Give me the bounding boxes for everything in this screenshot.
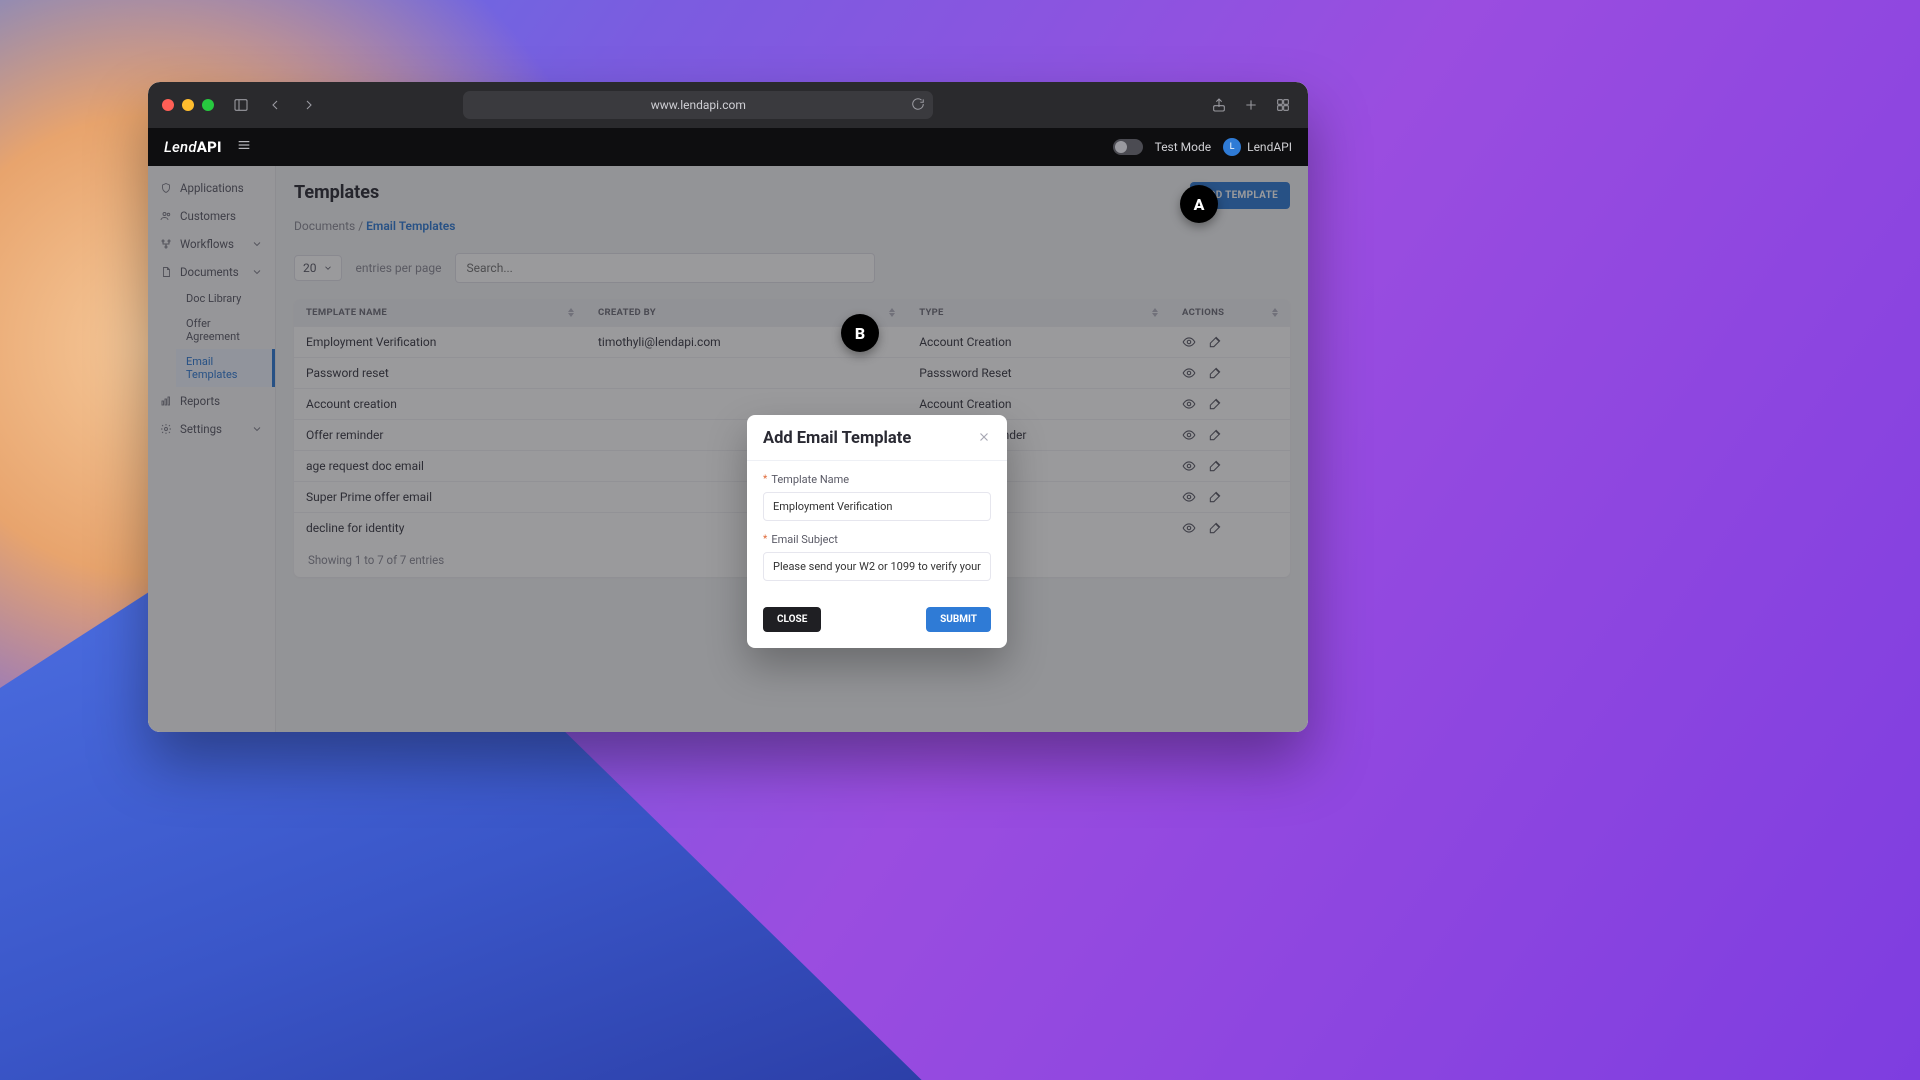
submit-button[interactable]: SUBMIT xyxy=(926,607,991,632)
required-mark: * xyxy=(763,474,767,485)
share-icon[interactable] xyxy=(1208,94,1230,116)
tab-overview-icon[interactable] xyxy=(1272,94,1294,116)
email-subject-field: *Email Subject xyxy=(763,533,991,581)
modal-footer: CLOSE SUBMIT xyxy=(747,603,1007,648)
forward-icon[interactable] xyxy=(298,94,320,116)
maximize-window-icon[interactable] xyxy=(202,99,214,111)
browser-title-bar: www.lendapi.com xyxy=(148,82,1308,128)
modal-body: *Template Name *Email Subject xyxy=(747,461,1007,603)
window-controls xyxy=(162,99,214,111)
reload-icon[interactable] xyxy=(911,97,925,114)
modal-backdrop[interactable] xyxy=(148,166,1308,732)
logo-right: API xyxy=(197,138,222,156)
email-subject-label: *Email Subject xyxy=(763,533,991,546)
add-email-template-modal: Add Email Template *Template Name *Email… xyxy=(747,415,1007,648)
user-menu[interactable]: L LendAPI xyxy=(1223,138,1292,156)
sidebar-toggle-icon[interactable] xyxy=(230,94,252,116)
address-url: www.lendapi.com xyxy=(651,98,746,112)
avatar: L xyxy=(1223,138,1241,156)
close-icon[interactable] xyxy=(977,429,991,448)
back-icon[interactable] xyxy=(264,94,286,116)
annotation-badge-a: A xyxy=(1180,185,1218,223)
minimize-window-icon[interactable] xyxy=(182,99,194,111)
modal-header: Add Email Template xyxy=(747,415,1007,461)
test-mode-label: Test Mode xyxy=(1155,140,1212,154)
nav-collapse-icon[interactable] xyxy=(236,137,252,157)
template-name-input[interactable] xyxy=(763,492,991,521)
app-header: LendAPI Test Mode L LendAPI xyxy=(148,128,1308,166)
close-window-icon[interactable] xyxy=(162,99,174,111)
logo-left: Lend xyxy=(164,138,197,156)
modal-title: Add Email Template xyxy=(763,429,911,448)
title-bar-right xyxy=(1208,94,1294,116)
new-tab-icon[interactable] xyxy=(1240,94,1262,116)
template-name-field: *Template Name xyxy=(763,473,991,521)
email-subject-input[interactable] xyxy=(763,552,991,581)
test-mode-toggle[interactable] xyxy=(1113,139,1143,155)
address-bar[interactable]: www.lendapi.com xyxy=(463,91,933,119)
close-button[interactable]: CLOSE xyxy=(763,607,821,632)
user-name: LendAPI xyxy=(1247,140,1292,154)
template-name-label: *Template Name xyxy=(763,473,991,486)
app-body: Applications Customers Workflows Documen… xyxy=(148,166,1308,732)
annotation-badge-b: B xyxy=(841,314,879,352)
browser-window: www.lendapi.com LendAPI Test Mod xyxy=(148,82,1308,732)
app-logo[interactable]: LendAPI xyxy=(164,138,222,156)
required-mark: * xyxy=(763,534,767,545)
